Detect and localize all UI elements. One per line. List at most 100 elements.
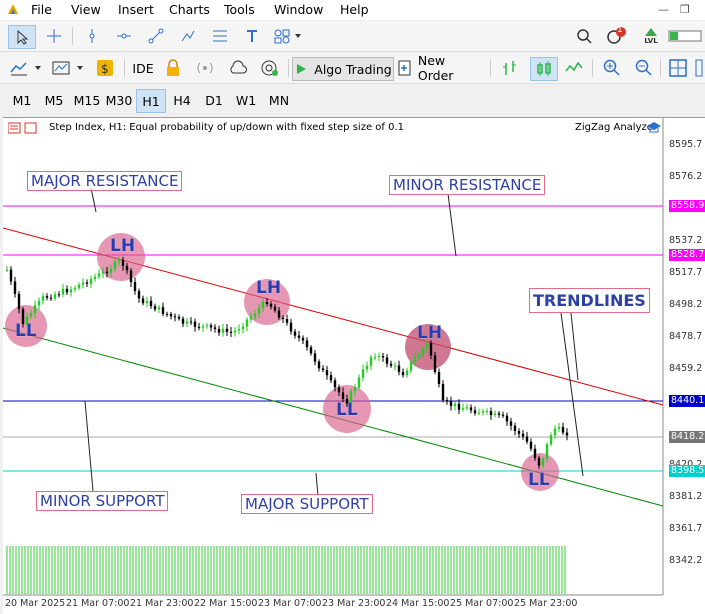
logo-icon[interactable] [6,2,20,19]
time-tick: 22 Mar 15:00 [194,598,258,609]
candle-body [221,328,225,333]
chart-header: Step Index, H1: Equal probability of up/… [3,118,663,138]
candle-body [53,294,57,299]
search-icon[interactable] [574,25,594,47]
candle-body [553,428,557,436]
candle-body [113,261,117,269]
vps-icon[interactable] [258,57,282,79]
candle-body [153,306,157,310]
indicator-name: ZigZag Analyzer [575,122,657,133]
candle-body [201,326,205,328]
candle-body [49,297,53,299]
zoom-in-icon[interactable] [600,57,624,79]
timeframe-bar: M1 M5 M15 M30 H1 H4 D1 W1 MN [0,84,705,114]
trendlines-note: TRENDLINES [529,288,650,313]
signal-icon[interactable] [194,57,216,79]
shapes-dropdown-icon[interactable] [270,25,306,47]
zoom-out-icon[interactable] [632,57,656,79]
menu-charts[interactable]: Charts [169,2,210,17]
vertical-line-icon[interactable] [80,25,104,47]
candle-body [265,302,269,304]
candle-body [333,380,337,388]
candle-body [249,316,253,320]
overflow-icon[interactable] [694,57,704,79]
tf-d1[interactable]: D1 [200,89,228,111]
tile-windows-icon[interactable] [666,57,690,79]
menu-help[interactable]: Help [340,2,369,17]
time-tick: 25 Mar 07:00 [450,598,514,609]
notifications-icon[interactable]: 1 [603,25,629,47]
tf-h4[interactable]: H4 [168,89,196,111]
algo-trading-button[interactable]: Algo Trading [292,57,394,81]
tf-h1[interactable]: H1 [136,89,166,113]
templates-icon[interactable] [50,57,88,79]
candle-body [357,377,361,388]
candle-body [5,269,9,271]
candle-body [253,313,257,317]
tf-mn[interactable]: MN [264,89,294,111]
tf-m30[interactable]: M30 [104,89,134,111]
candle-body [473,410,477,414]
candle-body [461,408,465,410]
tf-w1[interactable]: W1 [232,89,260,111]
drawing-toolbar: 1 LVL [0,21,705,52]
price-tick: 8361.7 [669,523,703,534]
candle-body [541,458,545,466]
chart-window[interactable]: Step Index, H1: Equal probability of up/… [3,117,705,614]
candle-body [413,357,417,362]
candlestick-icon[interactable] [530,57,558,81]
ide-button[interactable]: IDE [130,57,156,79]
line-chart-icon[interactable] [562,57,586,79]
minimize-icon[interactable]: — [658,3,669,16]
candle-body [317,361,321,369]
menu-tools[interactable]: Tools [224,2,255,17]
candle-body [209,325,213,328]
swing-label-ll: LL [15,321,37,341]
candle-body [469,407,473,411]
candle-body [69,289,73,293]
candle-body [513,425,517,432]
candle-body [465,407,469,409]
candle-body [409,361,413,371]
chart-title: Step Index, H1: Equal probability of up/… [49,122,404,133]
candle-body [433,355,437,372]
candle-body [529,441,533,449]
chart-type-icon[interactable] [8,57,46,79]
trendline-icon[interactable] [144,25,168,47]
price-chart[interactable] [3,118,705,614]
new-order-button[interactable]: New Order [398,53,484,83]
candle-body [165,313,169,315]
menu-view[interactable]: View [71,2,101,17]
lock-icon[interactable] [162,57,184,79]
time-tick: 25 Mar 23:00 [514,598,578,609]
candle-body [297,335,301,338]
bar-chart-icon[interactable] [498,57,522,79]
restore-icon[interactable]: ❐ [680,3,690,16]
text-tool-icon[interactable] [240,25,264,47]
cloud-icon[interactable] [226,57,250,79]
price-tick: 8498.2 [669,299,703,310]
candle-body [533,448,537,459]
candle-body [233,330,237,333]
fibonacci-icon[interactable] [208,25,232,47]
swing-label-lh: LH [256,278,282,298]
horizontal-line-icon[interactable] [112,25,136,47]
tf-m15[interactable]: M15 [72,89,102,111]
candle-body [149,300,153,307]
menu-insert[interactable]: Insert [118,2,154,17]
tf-m1[interactable]: M1 [8,89,36,111]
candle-body [45,296,49,298]
price-tick: 8342.2 [669,555,703,566]
candle-body [225,328,229,332]
cursor-icon[interactable] [8,25,36,49]
market-icon[interactable]: $ [94,57,116,79]
price-tag-major-support: 8398.5 [669,465,705,477]
menu-window[interactable]: Window [274,2,323,17]
tf-m5[interactable]: M5 [40,89,68,111]
swing-label-ll: LL [336,400,358,420]
crosshair-icon[interactable] [42,25,66,47]
channel-icon[interactable] [176,25,200,47]
menu-file[interactable]: File [31,2,52,17]
chart-header-icon[interactable] [8,122,38,134]
level-icon[interactable]: LVL [640,25,662,47]
